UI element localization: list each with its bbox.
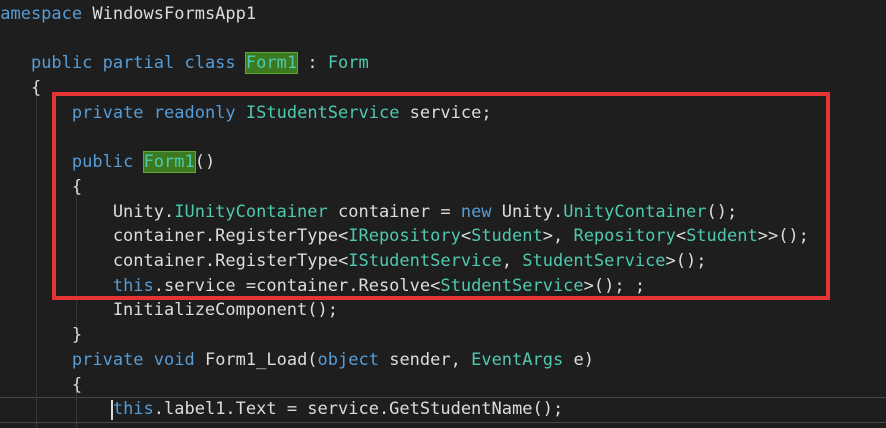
code-token: IStudentService bbox=[348, 251, 502, 271]
code-token: e) bbox=[563, 349, 594, 370]
code-line[interactable]: container.RegisterType<IStudentService, … bbox=[0, 249, 707, 273]
code-token: WindowsFormsApp1 bbox=[82, 4, 257, 24]
code-token: new bbox=[460, 201, 492, 222]
code-token: Form1 bbox=[142, 151, 196, 174]
text-caret bbox=[111, 400, 113, 420]
code-token: StudentService bbox=[522, 251, 666, 271]
code-line[interactable]: Unity.IUnityContainer container = new Un… bbox=[0, 200, 737, 224]
code-token: container.RegisterType< bbox=[0, 251, 349, 271]
code-token: EventArgs bbox=[471, 349, 564, 370]
code-token: { bbox=[30, 78, 42, 99]
code-token: InitializeComponent(); bbox=[0, 300, 338, 321]
code-token: < bbox=[460, 226, 472, 247]
code-line[interactable]: container.RegisterType<IRepository<Stude… bbox=[0, 224, 809, 248]
code-line[interactable]: { bbox=[0, 76, 41, 100]
code-token: } bbox=[71, 325, 83, 346]
code-token: Student bbox=[471, 226, 543, 247]
code-token: : bbox=[297, 53, 328, 74]
code-line[interactable]: this.service =container.Resolve<StudentS… bbox=[0, 274, 645, 298]
code-line[interactable]: { bbox=[0, 373, 82, 397]
code-token: Form1 bbox=[244, 52, 299, 75]
code-token: namespace bbox=[0, 4, 83, 24]
code-line[interactable]: public partial class Form1 : Form bbox=[0, 51, 369, 75]
code-token: (); bbox=[706, 201, 738, 222]
code-token: IStudentService bbox=[245, 102, 400, 123]
code-token: public bbox=[71, 152, 134, 173]
code-token: service; bbox=[399, 102, 492, 123]
code-token: container.RegisterType< bbox=[0, 226, 349, 247]
code-line[interactable]: private void Form1_Load(object sender, E… bbox=[0, 348, 594, 372]
code-token: Form bbox=[327, 53, 369, 74]
code-line[interactable]: } bbox=[0, 323, 82, 347]
code-token: .service =container.Resolve< bbox=[153, 275, 441, 296]
code-line[interactable]: this.label1.Text = service.GetStudentNam… bbox=[0, 397, 563, 421]
code-token: object bbox=[317, 349, 379, 370]
code-token: container = bbox=[327, 201, 461, 222]
code-token: IRepository bbox=[348, 226, 461, 247]
code-token: < bbox=[675, 226, 687, 247]
code-token: , bbox=[501, 251, 523, 271]
code-line[interactable]: private readonly IStudentService service… bbox=[0, 101, 492, 125]
code-token: Form1_Load( bbox=[194, 349, 318, 370]
code-token: () bbox=[194, 152, 216, 173]
code-token: { bbox=[71, 374, 83, 395]
code-token: public partial class bbox=[30, 53, 236, 74]
code-token: IUnityContainer bbox=[174, 201, 328, 222]
code-token: this bbox=[112, 399, 154, 420]
code-token: >(); bbox=[665, 251, 707, 271]
code-token: StudentService bbox=[440, 275, 584, 296]
code-line[interactable]: namespace WindowsFormsApp1 bbox=[0, 2, 256, 26]
code-token: Repository bbox=[573, 226, 676, 247]
code-token: sender, bbox=[378, 349, 472, 370]
code-token: >>(); bbox=[757, 226, 809, 247]
code-token: >(); ; bbox=[583, 275, 646, 296]
code-token: >, bbox=[542, 226, 574, 247]
code-token: Unity. bbox=[0, 201, 175, 222]
code-token: private void bbox=[71, 349, 195, 370]
code-editor[interactable]: namespace WindowsFormsApp1 { public parti… bbox=[0, 0, 886, 428]
code-token: { bbox=[71, 176, 83, 197]
code-line[interactable]: { bbox=[0, 175, 82, 199]
code-token: Student bbox=[686, 226, 758, 247]
code-token: UnityContainer bbox=[563, 201, 707, 222]
code-token: private readonly bbox=[71, 102, 236, 123]
code-line[interactable]: public Form1() bbox=[0, 150, 215, 174]
code-token: Unity. bbox=[491, 201, 564, 222]
code-token: .label1.Text = service.GetStudentName(); bbox=[153, 399, 564, 420]
code-line[interactable]: InitializeComponent(); bbox=[0, 298, 338, 322]
code-token: this bbox=[112, 275, 154, 296]
